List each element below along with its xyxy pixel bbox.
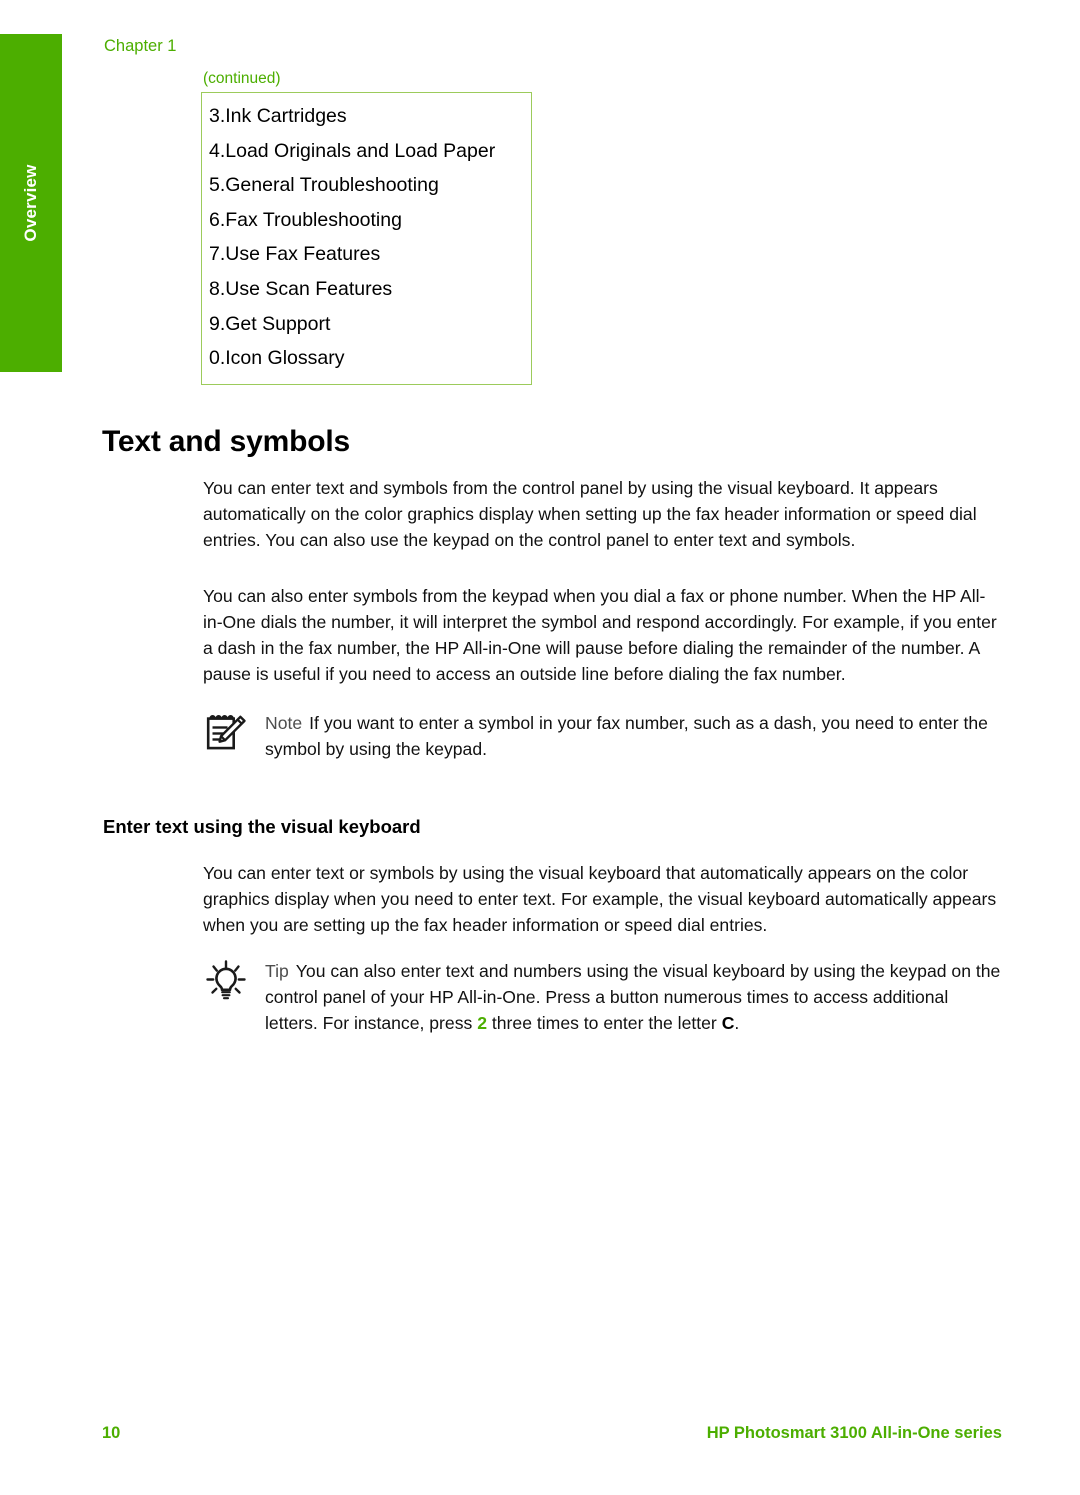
- note-callout: Note If you want to enter a symbol in you…: [203, 710, 1003, 762]
- body-paragraph: You can also enter symbols from the keyp…: [203, 585, 997, 685]
- overview-side-tab: Overview: [0, 34, 62, 372]
- tip-callout-body: Tip You can also enter text and numbers u…: [265, 958, 1003, 1037]
- note-callout-body: Note If you want to enter a symbol in you…: [265, 710, 1003, 762]
- note-text: If you want to enter a symbol in your fa…: [265, 713, 988, 760]
- lightbulb-icon: [203, 958, 249, 1004]
- chapter-label: Chapter 1: [104, 37, 177, 55]
- subsection-title: Enter text using the visual keyboard: [103, 816, 421, 838]
- toc-row: 7.Use Fax Features: [209, 243, 381, 266]
- tip-text-part-2: three times to enter the letter: [486, 1013, 722, 1034]
- side-tab-label: Overview: [21, 164, 40, 242]
- toc-row: 8.Use Scan Features: [209, 277, 393, 300]
- continued-label: (continued): [203, 70, 281, 87]
- tip-callout: Tip You can also enter text and numbers u…: [203, 958, 1003, 1037]
- toc-row: 9.Get Support: [209, 312, 331, 335]
- page-title: Text and symbols: [102, 425, 350, 459]
- toc-row: 6.Fax Troubleshooting: [209, 208, 402, 231]
- note-label: Note: [265, 713, 303, 733]
- toc-row: 5.General Troubleshooting: [209, 174, 439, 197]
- footer-page-number: 10: [102, 1424, 121, 1442]
- tip-highlight-key: 2: [477, 1013, 487, 1034]
- toc-row: 0.Icon Glossary: [209, 347, 345, 370]
- toc-row: 3.Ink Cartridges: [209, 105, 347, 127]
- tip-text-part-3: .: [734, 1013, 740, 1034]
- footer-product-name: HP Photosmart 3100 All-in-One series: [706, 1424, 1002, 1442]
- notepad-pencil-icon: [203, 710, 249, 756]
- body-paragraph: You can enter text or symbols by using t…: [203, 862, 997, 935]
- toc-row: 4.Load Originals and Load Paper: [209, 139, 496, 162]
- toc-table: 3.Ink Cartridges 4.Load Originals and Lo…: [201, 92, 532, 385]
- body-paragraph: You can enter text and symbols from the …: [203, 477, 977, 550]
- tip-highlight-letter: C: [721, 1013, 735, 1034]
- tip-label: Tip: [265, 961, 289, 981]
